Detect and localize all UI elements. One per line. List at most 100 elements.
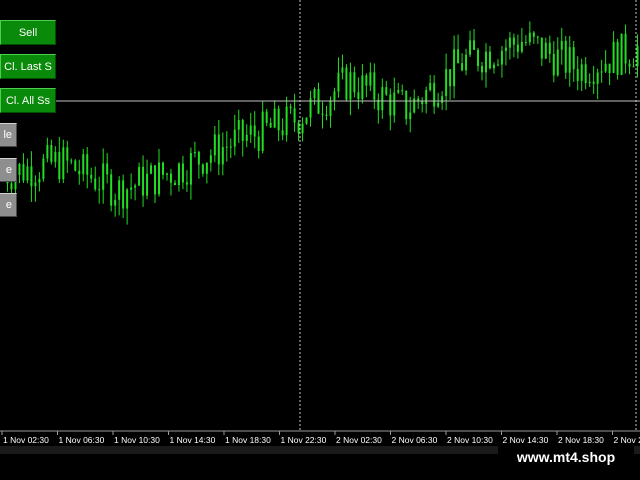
candle-body [90,174,93,179]
candle-body [624,33,627,64]
candle-body [241,120,244,141]
candle-body [409,112,412,120]
candle-body [269,122,272,128]
candle-body [297,122,300,134]
candle-body [26,166,29,181]
candle-body [106,163,109,175]
grey-panel-button-3[interactable]: e [0,193,17,217]
candle-body [632,66,635,68]
candle-body [130,187,133,190]
candle-body [496,64,499,66]
candle-body [512,37,515,45]
candle-body [608,63,611,73]
candle-body [548,42,551,54]
candle-body [126,189,129,209]
candle-body [385,87,388,95]
candle-body [169,173,172,183]
candle-body [520,41,523,52]
grey-panel-button-1[interactable]: le [0,123,17,147]
candle-body [620,33,623,75]
candle-body [544,42,547,59]
candle-body [469,40,472,55]
candle-body [62,147,65,180]
candle-body [158,162,161,195]
close-last-sell-button[interactable]: Cl. Last S [0,54,56,79]
candle-body [38,178,41,183]
candle-body [445,69,448,97]
candle-body [217,134,220,165]
candle-body [82,154,85,175]
time-axis-label: 2 Nov 06:30 [392,435,438,445]
candle-body [532,32,535,37]
candle-body [305,117,308,124]
candle-body [134,185,137,188]
candle-body [94,178,97,190]
candle-body [421,101,424,105]
candle-body [524,41,527,43]
candle-body [181,163,184,183]
candle-body [321,113,324,115]
candle-body [564,40,567,73]
candle-body [110,174,113,206]
candle-body [484,51,487,73]
watermark-text: www.mt4.shop [498,444,634,470]
candle-body [265,111,268,123]
candle-body [42,158,45,179]
candle-body [197,151,200,165]
candle-body [592,81,595,84]
candle-body [46,144,49,159]
candle-body [572,47,575,70]
candle-body [441,96,444,103]
candle-body [369,72,372,86]
candle-body [488,51,491,69]
candle-body [353,72,356,93]
close-all-sells-button[interactable]: Cl. All Ss [0,88,56,113]
candle-body [477,49,480,67]
price-chart: 1 Nov 02:30 1 Nov 06:30 1 Nov 10:30 1 Nov 1… [0,0,640,445]
time-axis-label: 1 Nov 06:30 [59,435,105,445]
candle-body [449,69,452,87]
candle-body [54,151,57,162]
candle-body [341,67,344,73]
sell-button[interactable]: Sell [0,20,56,45]
candle-body [429,83,432,91]
candle-body [201,164,204,174]
candle-body [333,91,336,101]
candle-body [413,98,416,113]
candle-body [118,180,121,200]
candle-body [189,153,192,185]
candle-body [628,63,631,67]
candle-body [636,45,639,67]
candle-body [492,64,495,69]
candle-body [401,90,404,92]
candle-body [596,72,599,84]
candle-body [365,75,368,86]
candle-body [425,90,428,105]
candle-body [437,102,440,107]
candle-body [536,36,539,38]
candle-body [560,40,563,50]
candle-body [122,180,125,209]
candle-body [165,173,168,175]
candle-body [261,111,264,151]
candle-body [373,72,376,100]
candle-body [114,199,117,206]
candle-body [205,162,208,174]
candle-body [389,94,392,116]
time-axis-label: 2 Nov 10:30 [447,435,493,445]
candle-body [289,106,292,109]
candle-body [301,123,304,134]
candle-body [433,83,436,107]
candle-body [30,166,33,187]
grey-panel-button-2[interactable]: e [0,158,17,182]
candle-body [245,134,248,141]
candle-body [329,100,332,116]
candle-body [357,92,360,100]
candle-body [10,183,13,190]
candle-body [225,146,228,148]
candle-body [253,125,256,137]
candle-body [345,67,348,100]
candle-body [173,182,176,186]
time-axis-label: 1 Nov 10:30 [114,435,160,445]
candle-body [233,129,236,147]
